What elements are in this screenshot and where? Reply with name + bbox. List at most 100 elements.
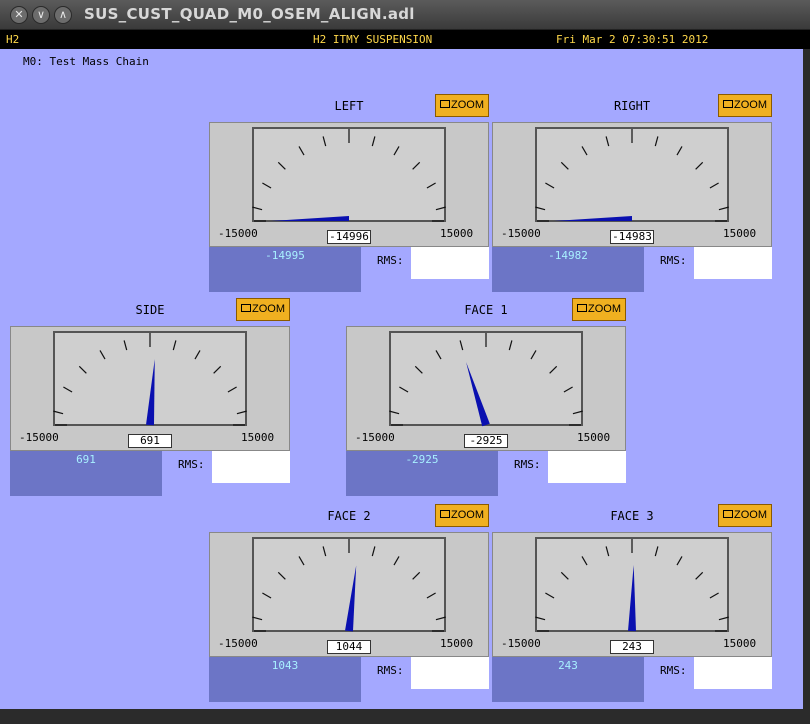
gauge-tick <box>605 136 610 147</box>
gauge-tick <box>718 616 729 621</box>
bottom-strip <box>0 709 803 724</box>
gauge-tick <box>194 350 201 360</box>
zoom-button[interactable]: ZOOM <box>435 94 489 117</box>
gauge-tick <box>99 350 106 360</box>
analog-gauge: -15000 15000 691 <box>10 326 290 451</box>
gauge-tick <box>371 546 376 557</box>
gauge-tick <box>560 161 569 170</box>
zoom-label: ZOOM <box>252 303 285 315</box>
zoom-button[interactable]: ZOOM <box>718 504 772 527</box>
gauge-needle <box>345 565 357 632</box>
gauge-tick <box>399 386 409 393</box>
gauge-tick <box>322 136 327 147</box>
zoom-label: ZOOM <box>451 99 484 111</box>
gauge-tick <box>563 386 573 393</box>
gauge-tick <box>435 206 446 211</box>
main-panel: M0: Test Mass Chain LEFT ZOOM -15000 150… <box>0 49 803 709</box>
gauge-tick <box>435 616 446 621</box>
gauge-tick <box>298 146 305 156</box>
close-icon: ✕ <box>14 8 24 21</box>
gauge-tick <box>654 546 659 557</box>
gauge-readout: 1044 <box>327 640 371 654</box>
header-bar: H2 H2 ITMY SUSPENSION Fri Mar 2 07:30:51… <box>0 30 810 49</box>
gauge-tick <box>676 146 683 156</box>
gauge-tick <box>695 161 704 170</box>
gauge-tick <box>718 206 729 211</box>
gauge-tick <box>227 386 237 393</box>
zoom-button[interactable]: ZOOM <box>435 504 489 527</box>
rms-value-field[interactable] <box>548 451 626 483</box>
maximize-window-button[interactable]: ∧ <box>54 6 72 24</box>
gauge-min-label: -15000 <box>501 637 541 650</box>
gauge-needle <box>466 362 490 427</box>
zoom-label: ZOOM <box>734 99 767 111</box>
chain-subtitle: M0: Test Mass Chain <box>23 55 149 68</box>
gauge-tick <box>78 365 87 374</box>
rms-label: RMS: <box>178 458 205 471</box>
gauge-tick <box>172 340 177 351</box>
gauge-max-label: 15000 <box>440 227 474 240</box>
gauge-max-label: 15000 <box>723 637 757 650</box>
gauge-min-label: -15000 <box>218 227 258 240</box>
gauge-tick <box>412 161 421 170</box>
gauge-tick <box>695 571 704 580</box>
analog-gauge: -15000 15000 -14996 <box>209 122 489 247</box>
gauge-tick <box>435 350 442 360</box>
gauge-min-label: -15000 <box>501 227 541 240</box>
gauge-min-label: -15000 <box>218 637 258 650</box>
window-titlebar: ✕ ∨ ∧ SUS_CUST_QUAD_M0_OSEM_ALIGN.adl <box>0 0 810 30</box>
zoom-window-icon <box>440 100 450 108</box>
gauge-tick <box>535 616 546 621</box>
rms-value-field[interactable] <box>411 247 489 279</box>
gauge-tick <box>371 136 376 147</box>
gauge-needle <box>628 565 636 632</box>
rms-label: RMS: <box>377 664 404 677</box>
rms-value-field[interactable] <box>212 451 290 483</box>
gauge-tick <box>277 161 286 170</box>
gauge-tick <box>545 182 555 189</box>
gauge-tick <box>277 571 286 580</box>
gauge-tick <box>654 136 659 147</box>
datetime-label: Fri Mar 2 07:30:51 2012 <box>556 33 709 46</box>
zoom-button[interactable]: ZOOM <box>236 298 290 321</box>
gauge-readout: 691 <box>128 434 172 448</box>
value-display: -2925 <box>346 451 498 496</box>
gauge-tick <box>123 340 128 351</box>
zoom-label: ZOOM <box>734 509 767 521</box>
gauge-tick <box>560 571 569 580</box>
gauge-tick <box>412 571 421 580</box>
window-title: SUS_CUST_QUAD_M0_OSEM_ALIGN.adl <box>84 5 415 23</box>
rms-label: RMS: <box>377 254 404 267</box>
gauge-tick <box>572 410 583 415</box>
gauge-tick <box>545 592 555 599</box>
gauge-max-label: 15000 <box>440 637 474 650</box>
gauge-tick <box>393 146 400 156</box>
zoom-window-icon <box>440 510 450 518</box>
gauge-tick <box>426 592 436 599</box>
gauge-tick <box>459 340 464 351</box>
gauge-tick <box>252 616 263 621</box>
gauge-needle <box>554 216 632 221</box>
close-window-button[interactable]: ✕ <box>10 6 28 24</box>
site-label: H2 <box>6 33 20 46</box>
gauge-tick <box>252 206 263 211</box>
gauge-readout: 243 <box>610 640 654 654</box>
gauge-tick <box>605 546 610 557</box>
gauge-tick <box>530 350 537 360</box>
zoom-button[interactable]: ZOOM <box>572 298 626 321</box>
gauge-tick <box>53 410 64 415</box>
meter-face-2: FACE 2 ZOOM -15000 15000 1044 1043 RMS: <box>209 504 489 709</box>
meter-right: RIGHT ZOOM -15000 15000 -14983 -14982 RM… <box>492 94 772 299</box>
gauge-min-label: -15000 <box>355 431 395 444</box>
zoom-window-icon <box>577 304 587 312</box>
minimize-window-button[interactable]: ∨ <box>32 6 50 24</box>
chevron-up-icon: ∧ <box>58 8 68 21</box>
gauge-tick <box>709 592 719 599</box>
gauge-tick <box>298 556 305 566</box>
rms-value-field[interactable] <box>694 247 772 279</box>
zoom-button[interactable]: ZOOM <box>718 94 772 117</box>
rms-value-field[interactable] <box>694 657 772 689</box>
gauge-tick <box>414 365 423 374</box>
gauge-tick <box>581 146 588 156</box>
rms-value-field[interactable] <box>411 657 489 689</box>
